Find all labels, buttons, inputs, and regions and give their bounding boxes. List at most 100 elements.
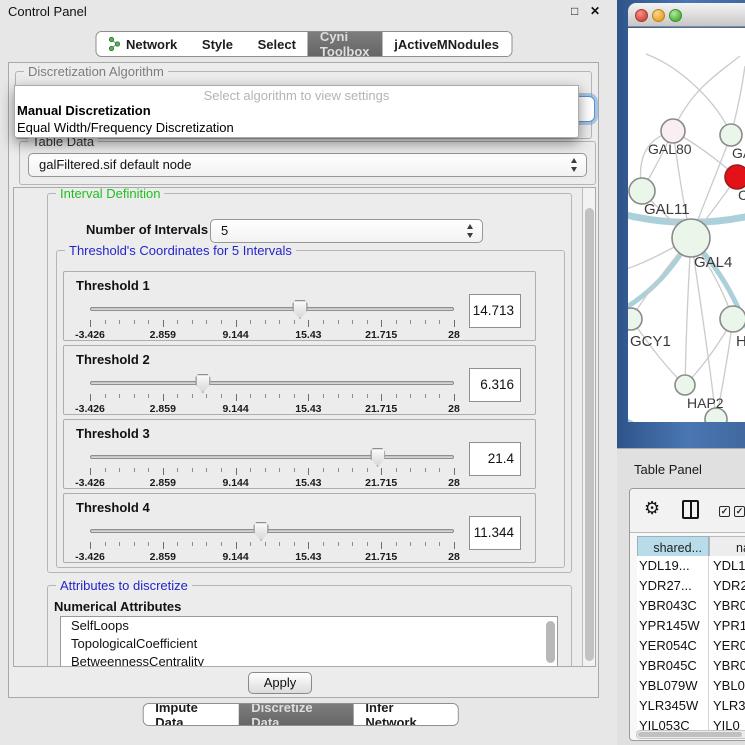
network-graph: GAL80 GA C GAL11 GAL4 GCY1 H HAP2 [628, 28, 745, 422]
slider-track[interactable] [90, 307, 454, 311]
threshold-value-field[interactable]: 21.4 [469, 442, 521, 476]
minimize-traffic-light-icon[interactable] [652, 9, 665, 22]
threshold-slider[interactable]: -3.4262.8599.14415.4321.71528 [90, 448, 454, 486]
tab-infer-network[interactable]: Infer Network [353, 704, 457, 725]
threshold-value-field[interactable]: 14.713 [469, 294, 521, 328]
network-window-titlebar[interactable] [628, 3, 745, 27]
table-cell-shared-name[interactable]: YBR043C [637, 596, 709, 616]
network-node-partial-top[interactable] [720, 124, 742, 146]
slider-thumb[interactable] [195, 374, 210, 393]
table-cell-shared-name[interactable]: YDR27... [637, 576, 709, 596]
table-cell-shared-name[interactable]: YPR145W [637, 616, 709, 636]
table-cell-name[interactable]: YIL0 [709, 716, 745, 730]
tick-mark [119, 468, 120, 472]
table-cell-shared-name[interactable]: YBL079W [637, 676, 709, 696]
list-scrollbar[interactable] [545, 619, 556, 667]
tick-label: 9.144 [222, 403, 248, 415]
zoom-traffic-light-icon[interactable] [669, 9, 682, 22]
slider-track[interactable] [90, 455, 454, 459]
table-cell-name[interactable]: YBL0 [709, 676, 745, 696]
attribute-item-betweennesscentrality[interactable]: BetweennessCentrality [61, 653, 557, 667]
tab-network[interactable]: Network [96, 32, 189, 56]
table-cell-shared-name[interactable]: YIL053C [637, 716, 709, 730]
network-node-hap2[interactable] [675, 375, 695, 395]
table-cell-shared-name[interactable]: YDL19... [637, 556, 709, 576]
tick-mark [294, 542, 295, 546]
popup-item-equal-width-frequency[interactable]: Equal Width/Frequency Discretization [15, 119, 578, 136]
table-cell-name[interactable]: YDL1 [709, 556, 745, 576]
panel-scrollbar[interactable] [582, 188, 595, 666]
threshold-slider[interactable]: -3.4262.8599.14415.4321.71528 [90, 374, 454, 412]
tick-label: 15.43 [295, 551, 321, 563]
network-node-gal80[interactable] [661, 119, 685, 143]
tab-discretize-data[interactable]: Discretize Data [239, 704, 353, 725]
tick-mark [439, 542, 440, 546]
table-cell-name[interactable]: YBR0 [709, 596, 745, 616]
algorithm-hint-item[interactable]: Select algorithm to view settings [15, 86, 578, 102]
tick-mark [294, 320, 295, 324]
tick-mark [396, 468, 397, 472]
slider-track[interactable] [90, 529, 454, 533]
threshold-panel-threshold-3: Threshold 3 -3.4262.8599.14415.4321.7152… [63, 419, 536, 489]
attribute-item-topologicalcoefficient[interactable]: TopologicalCoefficient [61, 635, 557, 653]
table-cell-shared-name[interactable]: YER054C [637, 636, 709, 656]
list-scrollbar-thumb[interactable] [546, 621, 555, 663]
tick-mark [410, 542, 411, 546]
popup-item-manual-discretization[interactable]: Manual Discretization [15, 102, 578, 119]
tick-mark [279, 394, 280, 398]
apply-button[interactable]: Apply [248, 672, 312, 694]
tick-label: 21.715 [365, 329, 397, 341]
tab-cyni-toolbox[interactable]: Cyni Toolbox [308, 32, 382, 56]
checkbox-icon[interactable]: ✓ [734, 506, 745, 517]
network-canvas[interactable]: GAL80 GA C GAL11 GAL4 GCY1 H HAP2 [628, 28, 745, 422]
table-cell-name[interactable]: YLR3 [709, 696, 745, 716]
tick-label: 2.859 [150, 551, 176, 563]
close-traffic-light-icon[interactable] [635, 9, 648, 22]
interval-definition-label: Interval Definition [56, 187, 164, 201]
threshold-panel-threshold-4: Threshold 4 -3.4262.8599.14415.4321.7152… [63, 493, 536, 563]
table-cell-name[interactable]: YER0 [709, 636, 745, 656]
slider-thumb[interactable] [254, 522, 269, 541]
tick-mark [338, 542, 339, 546]
table-data-select[interactable]: galFiltered.sif default node [28, 153, 587, 177]
tab-jactivemnodules[interactable]: jActiveMNodules [382, 32, 511, 56]
float-window-icon[interactable]: □ [571, 4, 578, 18]
table-cell-name[interactable]: YPR1 [709, 616, 745, 636]
tab-label: jActiveMNodules [394, 37, 499, 52]
threshold-value-field[interactable]: 6.316 [469, 368, 521, 402]
tab-impute-data[interactable]: Impute Data [143, 704, 239, 725]
table-horizontal-scrollbar[interactable] [636, 730, 745, 739]
tick-mark [410, 320, 411, 324]
table-cell-shared-name[interactable]: YLR345W [637, 696, 709, 716]
table-cell-shared-name[interactable]: YBR045C [637, 656, 709, 676]
tab-select[interactable]: Select [246, 32, 308, 56]
attribute-items: SelfLoopsTopologicalCoefficientBetweenne… [61, 617, 557, 667]
tick-mark [338, 320, 339, 324]
tab-style[interactable]: Style [190, 32, 245, 56]
panel-scrollbar-thumb[interactable] [585, 208, 594, 661]
network-node-red-selected[interactable] [725, 165, 745, 189]
number-of-intervals-select[interactable]: 5 [210, 219, 483, 243]
network-node-gcy1[interactable] [628, 308, 642, 330]
attribute-item-selfloops[interactable]: SelfLoops [61, 617, 557, 635]
numerical-attributes-label: Numerical Attributes [54, 599, 181, 614]
close-panel-icon[interactable]: ✕ [590, 4, 600, 18]
table-hscrollbar-thumb[interactable] [638, 732, 742, 737]
gear-icon[interactable]: ⚙ [644, 498, 660, 518]
tick-mark [221, 320, 222, 324]
network-node-gal4[interactable] [672, 219, 710, 257]
slider-thumb[interactable] [370, 448, 385, 467]
table-panel: Table Panel ⚙ ✓ ✓ shared... na YDL19...Y… [617, 448, 745, 745]
table-cell-name[interactable]: YDR2 [709, 576, 745, 596]
numerical-attributes-list[interactable]: SelfLoopsTopologicalCoefficientBetweenne… [60, 616, 558, 667]
threshold-slider[interactable]: -3.4262.8599.14415.4321.71528 [90, 522, 454, 560]
table-cell-name[interactable]: YBR0 [709, 656, 745, 676]
network-node-right[interactable] [720, 306, 745, 332]
split-columns-icon[interactable] [682, 500, 699, 519]
slider-track[interactable] [90, 381, 454, 385]
tick-mark [381, 320, 382, 327]
threshold-value-field[interactable]: 11.344 [469, 516, 521, 550]
checkbox-icon[interactable]: ✓ [719, 506, 730, 517]
slider-thumb[interactable] [293, 300, 308, 319]
threshold-slider[interactable]: -3.4262.8599.14415.4321.71528 [90, 300, 454, 338]
